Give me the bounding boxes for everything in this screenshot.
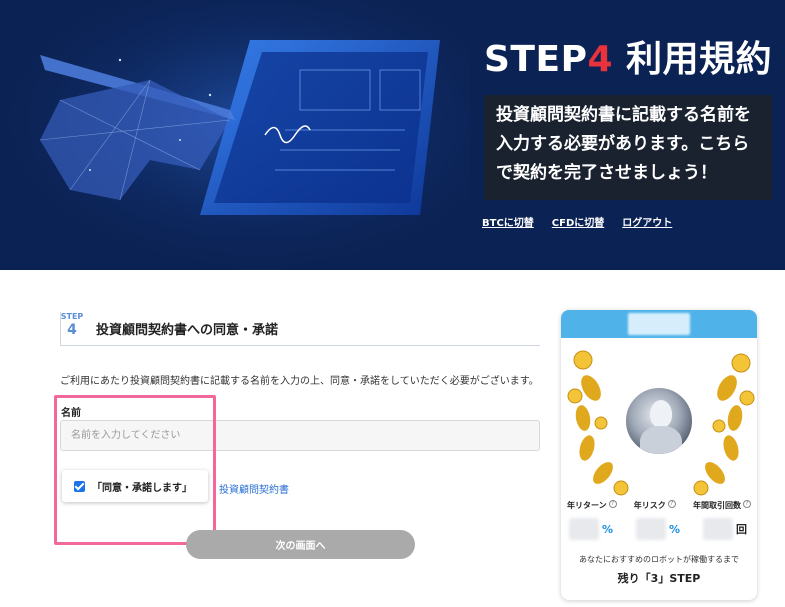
page-title-step-number: 4 [587, 39, 614, 80]
annual-return-label: 年リターン? [567, 500, 617, 511]
annual-trades-label-text: 年間取引回数 [692, 501, 741, 510]
intro-text: ご利用にあたり投資顧問契約書に記載する名前を入力の上、同意・承諾をしていただく必… [60, 376, 539, 387]
annual-risk-value: % [636, 518, 680, 540]
info-icon[interactable]: ? [742, 500, 751, 508]
agree-checkbox-container[interactable]: 「同意・承諾します」 [62, 470, 208, 502]
card-header [561, 310, 757, 338]
section-title: 投資顧問契約書への同意・承諾 [96, 323, 279, 338]
switch-cfd-link[interactable]: CFDに切替 [552, 214, 604, 229]
percent-unit: % [669, 522, 681, 536]
agree-checkbox-label: 「同意・承諾します」 [92, 482, 192, 494]
switch-btc-link[interactable]: BTCに切替 [482, 214, 534, 229]
annual-return-label-text: 年リターン [567, 501, 607, 510]
blurred-value [569, 518, 599, 540]
page-title-suffix: 利用規約 [613, 39, 773, 80]
annual-trades-value: 回 [703, 518, 747, 540]
robot-stats-labels: 年リターン? 年リスク? 年間取引回数? [561, 500, 757, 511]
annual-risk-label: 年リスク? [634, 500, 676, 511]
annual-risk-label-text: 年リスク [633, 501, 666, 510]
robot-stats-values: % % 回 [561, 518, 757, 540]
info-icon[interactable]: ? [608, 500, 617, 508]
annual-return-value: % [569, 518, 613, 540]
card-note: あなたにおすすめのロボットが稼働するまで [579, 555, 739, 564]
page-title-prefix: STEP [484, 39, 588, 80]
contract-document-link[interactable]: 投資顧問契約書 [219, 481, 289, 496]
robot-name-blurred [628, 313, 690, 335]
agree-checkbox[interactable] [74, 480, 85, 492]
blurred-value [636, 518, 666, 540]
hero-banner: STEP4 利用規約 投資顧問契約書に記載する名前を入力する必要があります。こち… [0, 0, 785, 270]
hero-nav-links: BTCに切替 CFDに切替 ログアウト [482, 214, 672, 229]
name-input[interactable] [60, 420, 540, 451]
count-unit: 回 [736, 523, 747, 536]
info-icon[interactable]: ? [667, 500, 676, 508]
annual-trades-label: 年間取引回数? [693, 500, 751, 511]
remaining-steps: 残り「3」STEP [617, 572, 701, 585]
hand-signing-tablet-illustration [0, 0, 470, 270]
robot-avatar [624, 386, 694, 456]
next-button[interactable]: 次の画面へ [186, 530, 415, 559]
logout-link[interactable]: ログアウト [622, 214, 672, 229]
name-field-label: 名前 [61, 408, 81, 419]
robot-face [650, 400, 672, 428]
blurred-value [703, 518, 733, 540]
recommended-robot-card: 年リターン? 年リスク? 年間取引回数? % % 回 あなたにおすすめのロボット… [561, 310, 757, 600]
section-divider [60, 345, 540, 346]
step-badge: STEP 4 [60, 312, 84, 339]
percent-unit: % [602, 522, 614, 536]
step-badge-number: 4 [67, 322, 77, 338]
hero-description: 投資顧問契約書に記載する名前を入力する必要があります。こちらで契約を完了させまし… [484, 95, 772, 200]
page-title: STEP4 利用規約 [484, 30, 772, 82]
step-badge-label: STEP [60, 312, 84, 321]
robot-body [640, 426, 682, 454]
